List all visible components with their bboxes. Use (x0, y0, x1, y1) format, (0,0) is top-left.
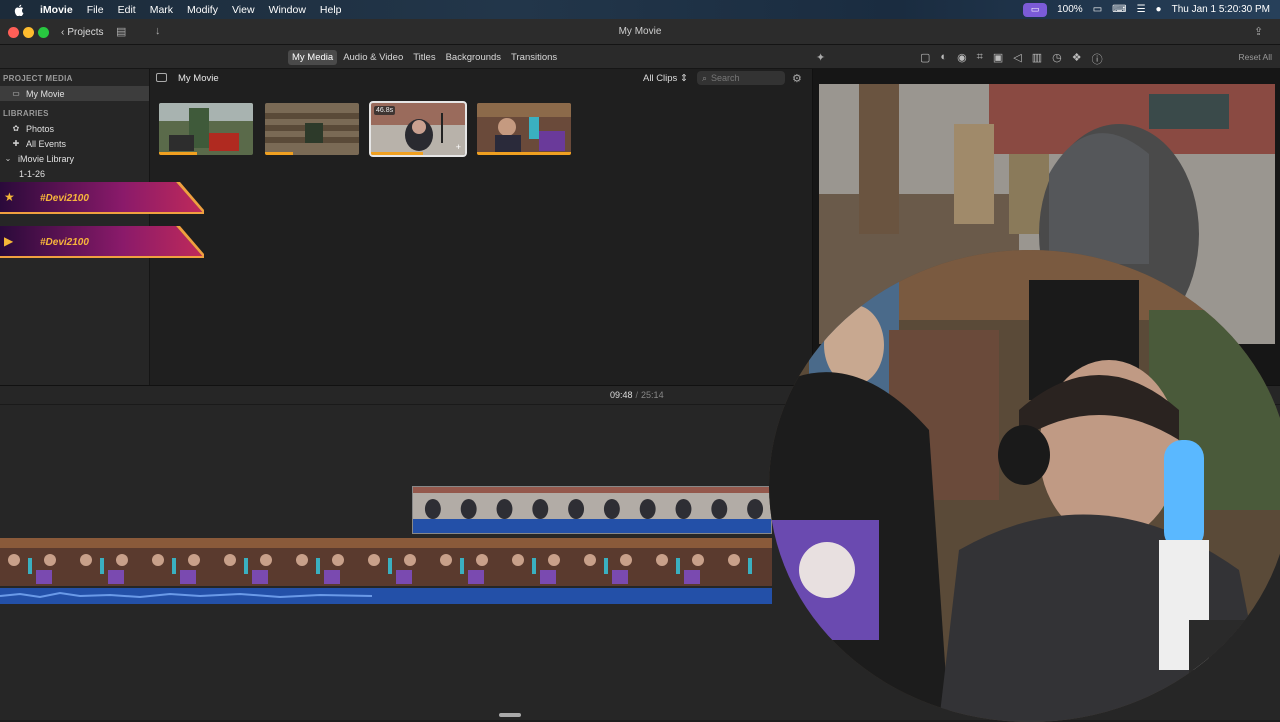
menu-view[interactable]: View (232, 4, 255, 16)
current-time: 09:48 (610, 390, 633, 400)
clip-filter-label: All Clips (643, 73, 678, 84)
noise-reduction-icon[interactable]: ▥ (1032, 51, 1042, 67)
sidebar-toggle-icon[interactable] (156, 73, 167, 82)
tab-audio-video[interactable]: Audio & Video (339, 50, 407, 65)
user-icon[interactable]: ● (1156, 4, 1162, 15)
menu-imovie[interactable]: iMovie (40, 4, 73, 16)
media-tabs: My Media Audio & Video Titles Background… (288, 50, 561, 65)
sidebar-item-label: My Movie (26, 88, 65, 99)
gear-icon[interactable]: ⚙ (792, 72, 802, 85)
stabilization-icon[interactable]: ▣ (993, 51, 1003, 67)
search-input[interactable] (711, 73, 780, 83)
info-icon[interactable]: ⓘ (1092, 51, 1103, 67)
menu-window[interactable]: Window (269, 4, 306, 16)
sidebar-item-label: 1-1-26 (19, 168, 46, 179)
menu-help[interactable]: Help (320, 4, 342, 16)
apple-menu-icon[interactable] (12, 3, 26, 17)
crop-icon[interactable]: ⌗ (977, 51, 983, 67)
clip-filter-icon[interactable]: ❖ (1072, 51, 1082, 67)
cutaway-audio-track[interactable] (413, 519, 771, 533)
webcam-overlay (769, 250, 1280, 722)
media-clip-thumbnail[interactable] (265, 103, 359, 155)
battery-percent: 100% (1057, 4, 1083, 15)
magic-wand-icon[interactable]: ✦ (816, 51, 825, 64)
sidebar-item-imovie-library[interactable]: ⌄ iMovie Library (0, 151, 149, 166)
reset-all-button[interactable]: Reset All (1238, 52, 1272, 62)
menu-modify[interactable]: Modify (187, 4, 218, 16)
menu-bar: iMovie File Edit Mark Modify View Window… (0, 0, 1280, 19)
search-field[interactable]: ⌕ (697, 71, 785, 85)
tab-transitions[interactable]: Transitions (507, 50, 561, 65)
twitch-username: #Devi2100 (40, 193, 89, 204)
menu-file[interactable]: File (87, 4, 104, 16)
menu-mark[interactable]: Mark (150, 4, 173, 16)
clip-duration-badge: 46.8s (374, 106, 396, 115)
sidebar-item-photos[interactable]: ✿ Photos (0, 121, 149, 136)
cutaway-clip[interactable] (412, 486, 772, 534)
sidebar-item-all-events[interactable]: ✚ All Events (0, 136, 149, 151)
sidebar-item-label: iMovie Library (18, 153, 75, 164)
media-clip-thumbnail[interactable] (477, 103, 571, 155)
twitch-icon: ★ (4, 190, 15, 204)
search-icon: ⌕ (702, 72, 708, 83)
youtube-icon: ▶ (4, 234, 14, 248)
primary-audio-track[interactable] (0, 588, 772, 604)
film-icon: ▭ (12, 89, 20, 98)
add-clip-icon[interactable]: + (456, 142, 461, 152)
window-titlebar: ‹ Projects ▤ ↓ My Movie ⇪ (0, 19, 1280, 45)
timecode-display: 09:48/25:14 (610, 390, 664, 400)
media-clip-thumbnail[interactable] (159, 103, 253, 155)
sidebar-item-my-movie[interactable]: ▭ My Movie (0, 86, 149, 101)
twitch-username: #Devi2100 (40, 237, 89, 248)
volume-icon[interactable]: ◁ (1013, 51, 1021, 67)
speed-icon[interactable]: ◷ (1052, 51, 1062, 67)
tab-backgrounds[interactable]: Backgrounds (442, 50, 505, 65)
media-browser: My Movie All Clips ⇕ ⌕ ⚙ 46.8s + (150, 69, 812, 385)
twitch-overlay-banner: ▶ #Devi2100 (0, 224, 204, 260)
horizontal-scrollbar[interactable] (499, 713, 521, 717)
toolbar: My Media Audio & Video Titles Background… (0, 45, 1280, 69)
sidebar-item-label: All Events (26, 138, 67, 149)
menu-edit[interactable]: Edit (118, 4, 136, 16)
color-correction-icon[interactable]: ◉ (957, 51, 967, 67)
clock[interactable]: Thu Jan 1 5:20:30 PM (1172, 4, 1270, 15)
primary-clip[interactable] (0, 538, 772, 604)
color-balance-icon[interactable]: ◐ (940, 51, 947, 67)
inspector-tools: ▢ ◐ ◉ ⌗ ▣ ◁ ▥ ◷ ❖ ⓘ (920, 51, 1103, 67)
media-clip-thumbnail-selected[interactable]: 46.8s + (369, 101, 467, 157)
timecode-separator: / (635, 390, 639, 400)
photos-icon: ✿ (12, 124, 20, 133)
window-title: My Movie (618, 26, 662, 37)
keyboard-icon[interactable]: ⌨ (1112, 4, 1126, 15)
browser-title: My Movie (178, 73, 219, 84)
tab-my-media[interactable]: My Media (288, 50, 338, 65)
sidebar-item-label: Photos (26, 123, 55, 134)
twitch-overlay-banner: ★ #Devi2100 (0, 180, 204, 216)
stage-manager-icon[interactable]: ▭ (1023, 2, 1048, 17)
share-icon[interactable]: ⇪ (1254, 25, 1263, 38)
control-center-icon[interactable]: ☰ (1137, 4, 1146, 15)
disclosure-triangle-icon[interactable]: ⌄ (3, 154, 13, 164)
clip-filter-select[interactable]: All Clips ⇕ (643, 73, 688, 84)
tab-titles[interactable]: Titles (409, 50, 439, 65)
battery-icon[interactable]: ▭ (1093, 4, 1102, 15)
total-duration: 25:14 (641, 390, 664, 400)
video-overlay-icon[interactable]: ▢ (920, 51, 930, 67)
libraries-header: LIBRARIES (3, 109, 49, 118)
events-star-icon: ✚ (12, 139, 20, 148)
project-media-header: PROJECT MEDIA (3, 74, 73, 83)
sidebar-item-event[interactable]: 1-1-26 (0, 166, 149, 181)
